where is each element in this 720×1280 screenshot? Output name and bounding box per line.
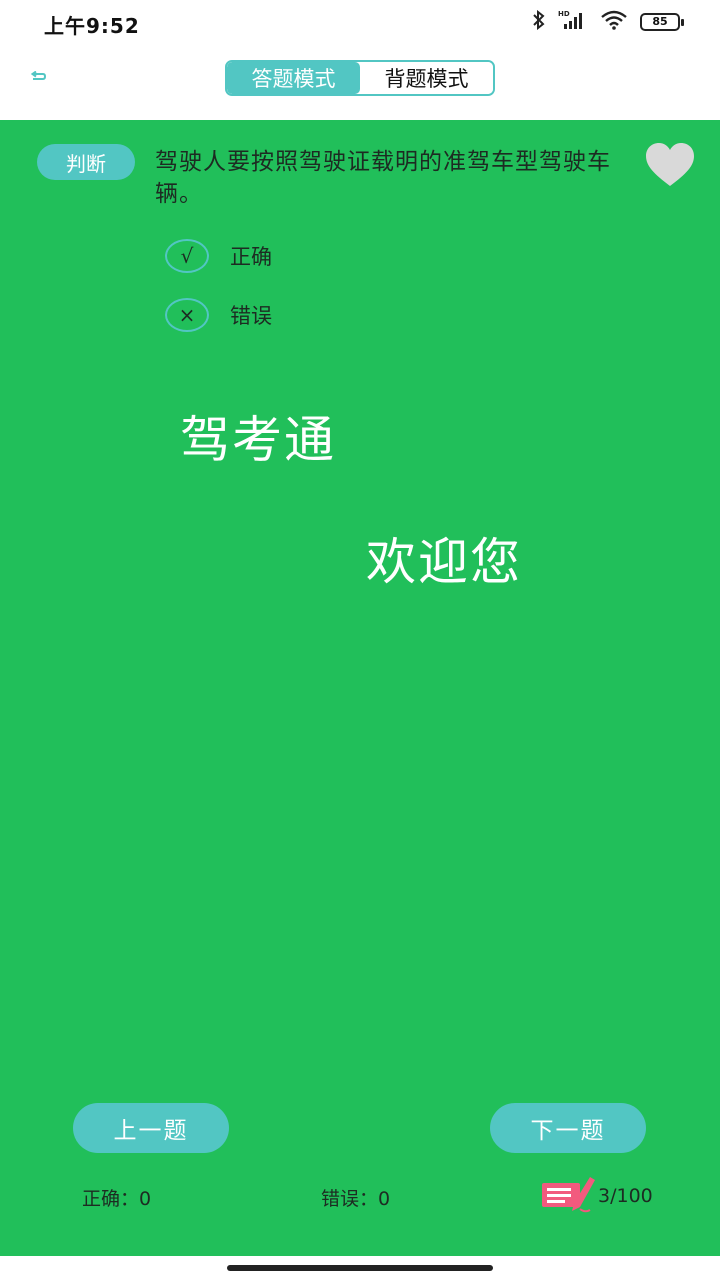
option-correct[interactable]: √ 正确	[165, 236, 272, 276]
next-question-button[interactable]: 下一题	[490, 1103, 646, 1153]
question-area: 判断 驾驶人要按照驾驶证载明的准驾车型驾驶车辆。 √ 正确 × 错误 驾考通 欢…	[0, 120, 720, 1256]
battery-level: 85	[652, 15, 668, 28]
status-icons: HD 85	[532, 9, 684, 35]
question-type-badge: 判断	[37, 144, 135, 180]
option-correct-label: 正确	[230, 245, 272, 269]
correct-count: 正确：0	[82, 1188, 152, 1210]
back-arrow-icon[interactable]	[26, 66, 50, 90]
answer-sheet-icon	[540, 1173, 596, 1219]
option-correct-marker: √	[165, 239, 209, 273]
svg-text:HD: HD	[558, 10, 570, 18]
watermark-welcome: 欢迎您	[366, 533, 522, 591]
header: 答题模式 背题模式	[0, 44, 720, 120]
tab-answer-mode[interactable]: 答题模式	[227, 62, 360, 94]
option-wrong-label: 错误	[230, 304, 272, 328]
status-time: 上午9:52	[44, 14, 140, 38]
heart-icon[interactable]	[644, 142, 696, 188]
option-wrong-marker: ×	[165, 298, 209, 332]
watermark-app-name: 驾考通	[180, 411, 336, 469]
answer-sheet-button[interactable]: 3/100	[540, 1176, 653, 1216]
progress-count: 3/100	[598, 1185, 653, 1207]
mode-switch: 答题模式 背题模式	[225, 60, 495, 96]
wrong-count: 错误：0	[321, 1188, 391, 1210]
signal-hd-icon: HD	[558, 9, 588, 35]
battery-icon: 85	[640, 13, 684, 31]
tab-recite-mode[interactable]: 背题模式	[360, 62, 493, 94]
option-wrong[interactable]: × 错误	[165, 295, 272, 335]
home-indicator[interactable]	[227, 1265, 493, 1271]
prev-question-button[interactable]: 上一题	[73, 1103, 229, 1153]
bluetooth-icon	[532, 9, 546, 34]
wifi-icon	[600, 10, 628, 34]
question-text: 驾驶人要按照驾驶证载明的准驾车型驾驶车辆。	[155, 149, 611, 207]
status-bar: 上午9:52 HD 85	[0, 0, 720, 44]
